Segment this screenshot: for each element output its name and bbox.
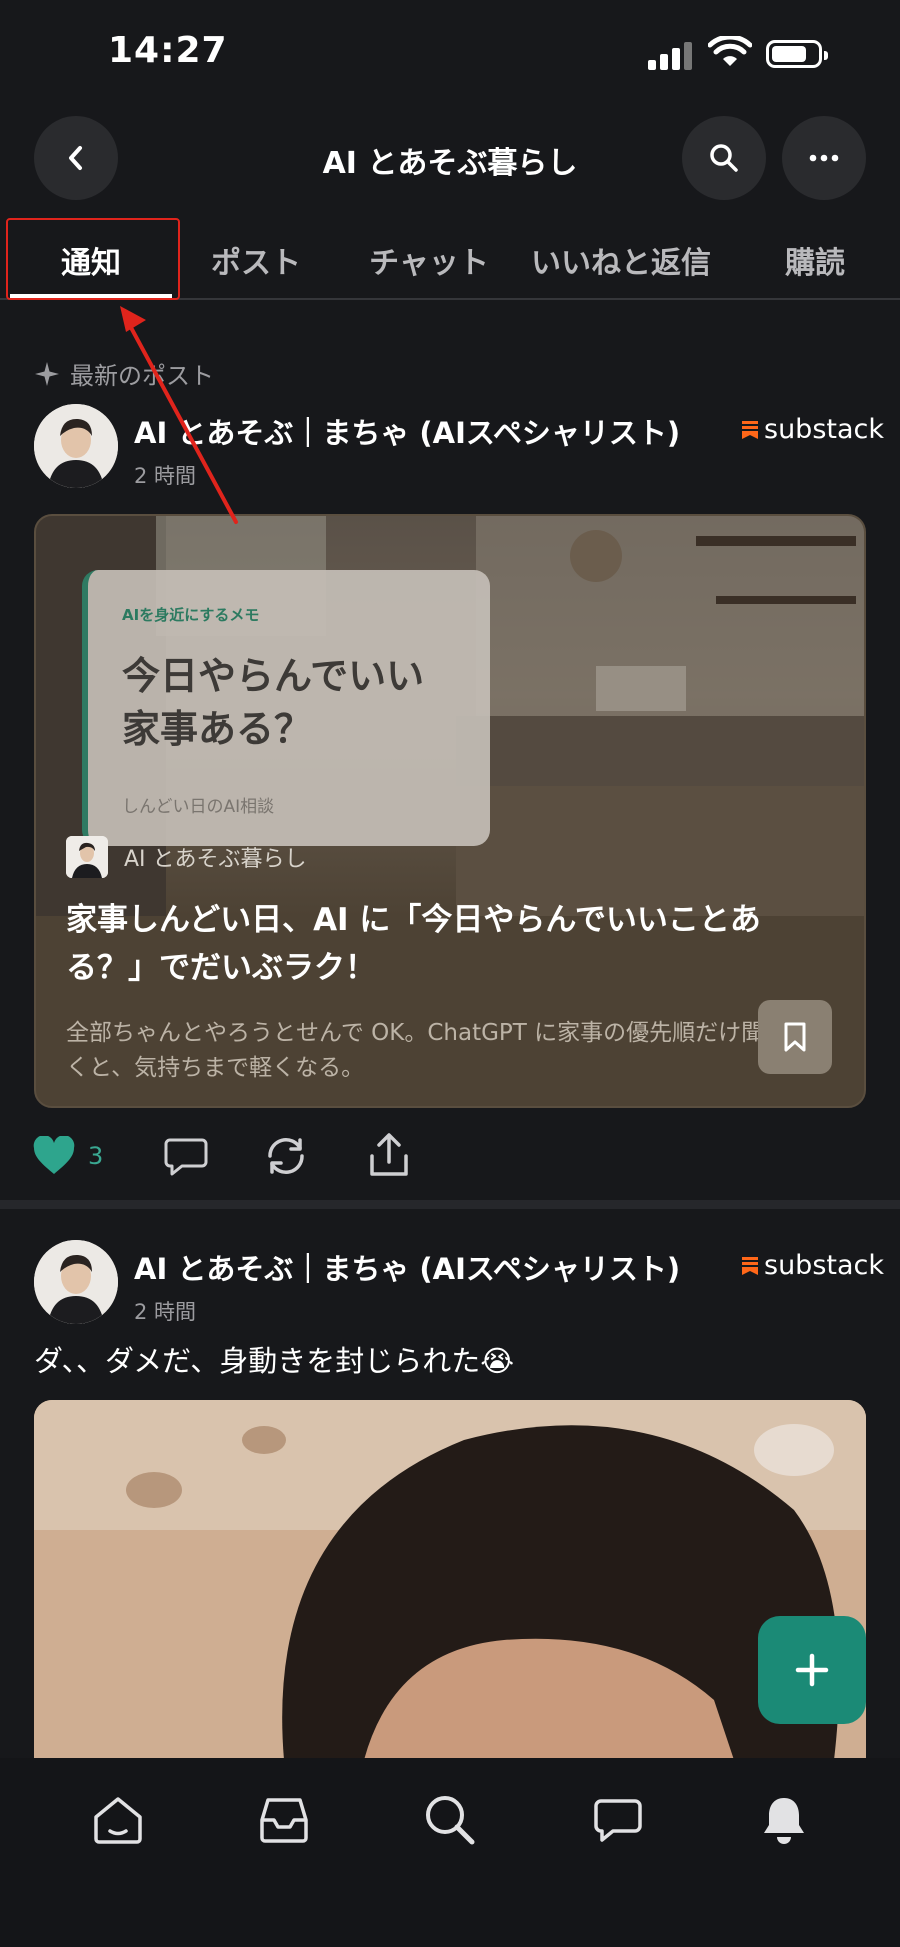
chat-icon (594, 1799, 642, 1842)
wifi-icon (708, 36, 752, 66)
article-description: 全部ちゃんとやろうとせんで OK。ChatGPT に家事の優先順だけ聞くと、気持… (66, 1020, 765, 1081)
article-card[interactable]: AIを身近にするメモ 今日やらんでいい家事ある？ しんどい日のAI相談 AI と… (34, 514, 866, 1108)
nav-inbox[interactable] (254, 1790, 314, 1850)
restack-icon[interactable] (264, 1134, 308, 1178)
substack-logo-icon (742, 420, 758, 439)
nav-home[interactable] (88, 1790, 148, 1850)
annotation-highlight-box (6, 218, 180, 300)
home-icon (94, 1797, 142, 1844)
sparkle-icon (35, 361, 59, 386)
avatar-portrait (34, 1240, 118, 1324)
post-time: 2 時間 (134, 1300, 197, 1324)
publication-avatar (66, 836, 108, 878)
substack-logo-icon (742, 1256, 758, 1275)
ellipsis-icon (809, 154, 839, 162)
plus-icon (795, 1653, 829, 1687)
battery-icon (766, 40, 828, 68)
tab-posts[interactable]: ポスト (190, 238, 322, 282)
inbox-icon (260, 1798, 308, 1843)
compose-button[interactable] (758, 1616, 866, 1724)
like-count: 3 (88, 1142, 104, 1170)
nav-search[interactable] (420, 1790, 480, 1850)
status-time: 14:27 (108, 30, 228, 71)
author-name[interactable]: AI とあそぶ｜まちゃ (AIスペシャリスト) (134, 1246, 680, 1288)
article-title[interactable]: 家事しんどい日、AI に「今日やらんでいいことある？」でだいぶラク！ (66, 896, 806, 992)
tab-likes-replies[interactable]: いいねと返信 (526, 238, 716, 282)
sleeping-child-photo (34, 1400, 866, 1760)
bookmark-button[interactable] (758, 1000, 832, 1074)
annotation-arrow (120, 306, 238, 524)
bell-icon (764, 1798, 804, 1844)
tab-chat[interactable]: チャット (360, 238, 498, 282)
avatar-portrait (34, 404, 118, 488)
avatar[interactable] (34, 1240, 118, 1324)
substack-badge: substack (742, 1250, 884, 1281)
cellular-signal-icon (648, 40, 694, 70)
note-overlay: AIを身近にするメモ 今日やらんでいい家事ある？ しんどい日のAI相談 (82, 570, 490, 846)
publication-name: AI とあそぶ暮らし (124, 847, 307, 872)
publication-row: AI とあそぶ暮らし (66, 836, 307, 878)
post-separator (0, 1200, 900, 1209)
note-title: 今日やらんでいい家事ある？ (122, 654, 425, 752)
post-photo[interactable] (34, 1400, 866, 1760)
substack-label: substack (764, 1250, 884, 1281)
substack-badge: substack (742, 414, 884, 445)
bookmark-icon (784, 1022, 806, 1052)
search-icon (710, 144, 738, 172)
avatar[interactable] (34, 404, 118, 488)
more-options-button[interactable] (782, 116, 866, 200)
post-text: ダ、、ダメだ、身動きを封じられた😭 (34, 1344, 515, 1378)
heart-icon[interactable] (32, 1136, 76, 1176)
nav-chat[interactable] (588, 1790, 648, 1850)
bottom-navigation (0, 1758, 900, 1947)
substack-label: substack (764, 414, 884, 445)
search-button[interactable] (682, 116, 766, 200)
note-subtitle: しんどい日のAI相談 (122, 797, 275, 817)
share-icon[interactable] (368, 1132, 410, 1178)
nav-notifications[interactable] (754, 1790, 814, 1850)
search-icon (426, 1796, 475, 1845)
comment-icon[interactable] (164, 1136, 208, 1178)
tab-subscriptions[interactable]: 購読 (770, 238, 860, 282)
note-kicker: AIを身近にするメモ (122, 606, 260, 624)
